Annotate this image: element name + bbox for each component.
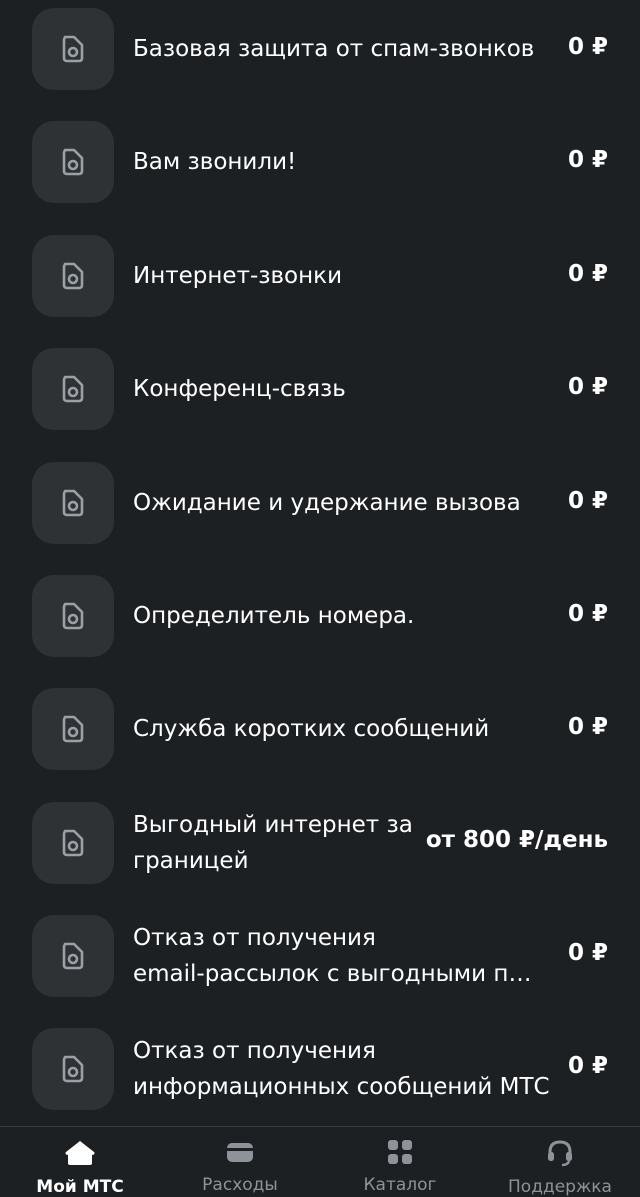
tab-label: Каталог [363,1175,437,1195]
service-tile [32,575,114,657]
tab-label: Мой МТС [36,1177,124,1197]
service-name-line: Отказ от получения [133,1038,376,1064]
service-doc-icon [62,148,84,176]
service-tile [32,1028,114,1110]
service-tile [32,8,114,90]
service-price: 0 ₽ [567,488,608,514]
service-doc-icon [62,489,84,517]
grid-icon [388,1140,412,1164]
service-row[interactable]: Интернет-звонки 0 ₽ [0,235,640,348]
service-name: Конференц-связь [133,376,346,402]
service-name: Базовая защита от спам-звонков [133,36,535,62]
service-price: 0 ₽ [567,714,608,740]
service-price: 0 ₽ [567,374,608,400]
service-tile [32,915,114,997]
service-name-line: email-рассылок с выгодными пр... [133,961,543,987]
service-price: 0 ₽ [567,34,608,60]
service-row[interactable]: Ожидание и удержание вызова 0 ₽ [0,462,640,575]
service-price: 0 ₽ [567,1053,608,1079]
service-name-line: Отказ от получения [133,925,376,951]
service-doc-icon [62,942,84,970]
service-doc-icon [62,715,84,743]
tab-catalog[interactable]: Каталог [320,1127,480,1195]
wallet-icon [227,1143,253,1162]
service-price: 0 ₽ [567,940,608,966]
service-row[interactable]: Конференц-связь 0 ₽ [0,348,640,461]
service-tile [32,462,114,544]
service-row[interactable]: Вам звонили! 0 ₽ [0,121,640,234]
service-name: Отказ от получения информационных сообще… [133,1033,558,1105]
service-name: Интернет-звонки [133,263,343,289]
service-doc-icon [62,829,84,857]
tab-my-mts[interactable]: Мой МТС [0,1127,160,1197]
service-name: Определитель номера. [133,603,415,629]
service-row[interactable]: Отказ от получения информационных сообще… [0,1028,640,1141]
service-doc-icon [62,1055,84,1083]
bottom-tab-bar: Мой МТС Расходы Каталог Поддержка [0,1126,640,1197]
service-name: Вам звонили! [133,149,297,175]
service-name: Выгодный интернет за границей [133,807,423,879]
service-row[interactable]: Служба коротких сообщений 0 ₽ [0,688,640,801]
tab-label: Расходы [202,1175,278,1195]
service-tile [32,802,114,884]
service-name: Ожидание и удержание вызова [133,490,521,516]
service-price: от 800 ₽/день [425,827,608,853]
service-row[interactable]: Выгодный интернет за границей от 800 ₽/д… [0,802,640,915]
service-row[interactable]: Базовая защита от спам-звонков 0 ₽ [0,8,640,121]
home-icon [65,1141,95,1165]
service-name: Отказ от получения email-рассылок с выго… [133,920,543,992]
service-tile [32,121,114,203]
headset-icon [548,1140,572,1167]
service-price: 0 ₽ [567,147,608,173]
service-tile [32,235,114,317]
service-tile [32,348,114,430]
service-doc-icon [62,262,84,290]
service-name: Служба коротких сообщений [133,716,490,742]
tab-expenses[interactable]: Расходы [160,1127,320,1195]
service-name-line: Выгодный интернет за [133,812,413,838]
service-price: 0 ₽ [567,261,608,287]
service-tile [32,688,114,770]
service-price: 0 ₽ [567,601,608,627]
tab-label: Поддержка [508,1177,612,1197]
service-doc-icon [62,602,84,630]
service-doc-icon [62,375,84,403]
tab-support[interactable]: Поддержка [480,1127,640,1197]
service-row[interactable]: Отказ от получения email-рассылок с выго… [0,915,640,1028]
service-name-line: границей [133,848,249,874]
service-doc-icon [62,35,84,63]
service-name-line: информационных сообщений МТС [133,1074,550,1100]
service-row[interactable]: Определитель номера. 0 ₽ [0,575,640,688]
